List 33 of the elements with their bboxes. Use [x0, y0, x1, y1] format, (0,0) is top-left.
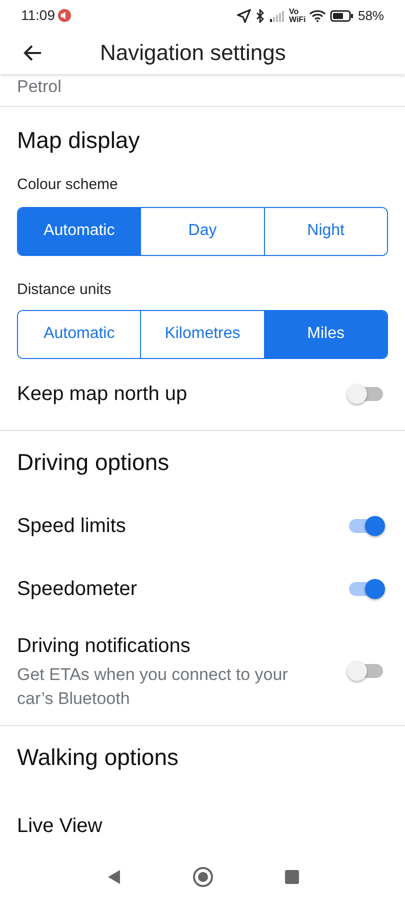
field-label: Colour scheme: [16, 175, 119, 196]
setting-label: Live View: [17, 814, 102, 839]
battery-icon: [330, 10, 354, 22]
screen-title: Navigation settings: [100, 39, 286, 68]
field-label: Distance units: [16, 280, 112, 300]
bluetooth-icon: [254, 8, 265, 23]
section-heading: Walking options: [16, 743, 180, 772]
toggle-switch[interactable]: [349, 519, 383, 534]
setting-value: Petrol: [17, 76, 62, 98]
setting-label: Speedometer: [17, 577, 138, 602]
section-heading: Map display: [16, 126, 141, 156]
volume-icon: [58, 9, 71, 22]
setting-label: Keep map north up: [17, 382, 188, 408]
setting-label: Speed limits: [17, 514, 127, 540]
segment-option[interactable]: Automatic: [18, 208, 140, 255]
wifi-icon: [308, 9, 326, 22]
setting-label: Driving notifications: [17, 634, 192, 660]
location-icon: [236, 8, 251, 23]
signal-icon: [268, 10, 285, 22]
back-nav-icon[interactable]: [106, 868, 122, 885]
recents-nav-icon[interactable]: [284, 868, 300, 885]
toggle-switch[interactable]: [349, 387, 383, 402]
toggle-switch[interactable]: [349, 664, 383, 678]
battery-percentage: 58%: [358, 7, 384, 26]
segment-option[interactable]: Miles: [264, 310, 387, 358]
back-button[interactable]: [23, 42, 43, 63]
network-label: Vo WiFi: [288, 8, 305, 24]
home-nav-icon[interactable]: [192, 866, 214, 888]
segment-option[interactable]: Night: [264, 208, 387, 255]
setting-description: Get ETAs when you connect to your car’s Bluetooth: [17, 664, 289, 710]
status-time: 11:09: [21, 6, 55, 26]
section-heading: Driving options: [16, 448, 170, 478]
toggle-switch[interactable]: [349, 582, 383, 596]
